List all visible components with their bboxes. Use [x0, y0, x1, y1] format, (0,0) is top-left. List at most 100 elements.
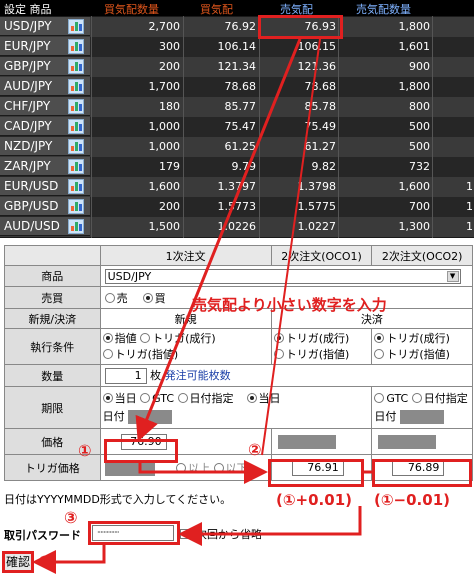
- oco-term-gtc-radio[interactable]: [374, 392, 385, 403]
- oco1-price-disabled[interactable]: [277, 434, 336, 449]
- board-row[interactable]: GBP/USD 200 1.5773 1.5775 700 1: [0, 197, 474, 217]
- trigger-below-label: 以下: [225, 461, 248, 475]
- bid-price[interactable]: 75.47: [184, 117, 257, 137]
- side-buy-radio[interactable]: [142, 292, 153, 303]
- bid-price[interactable]: 61.25: [184, 137, 257, 157]
- side-sell-label: 売: [116, 291, 128, 305]
- chart-icon[interactable]: [68, 119, 84, 134]
- chart-icon[interactable]: [68, 139, 84, 154]
- bid-price[interactable]: 85.77: [184, 97, 257, 117]
- ask-price[interactable]: 61.27: [262, 137, 337, 157]
- ask-price[interactable]: 78.68: [262, 77, 337, 97]
- chart-icon[interactable]: [68, 59, 84, 74]
- board-row[interactable]: EUR/USD 1,600 1.3797 1.3798 1,600 1: [0, 177, 474, 197]
- trigger-below-radio[interactable]: [213, 462, 224, 473]
- bid-qty: 300: [159, 40, 180, 53]
- side-label: 売買: [4, 286, 101, 309]
- qty-label: 数量: [4, 364, 101, 387]
- board-row[interactable]: AUD/JPY 1,700 78.68 78.68 1,800: [0, 77, 474, 97]
- ask-price[interactable]: 1.3798: [262, 177, 337, 197]
- chart-icon[interactable]: [68, 179, 84, 194]
- chart-icon[interactable]: [68, 19, 84, 34]
- board-row[interactable]: CAD/JPY 1,000 75.47 75.49 500: [0, 117, 474, 137]
- remember-checkbox[interactable]: [180, 529, 190, 539]
- chart-icon[interactable]: [68, 199, 84, 214]
- confirm-highlight: [2, 551, 34, 573]
- exec-trigger-limit-radio[interactable]: [102, 348, 113, 359]
- qty-input[interactable]: 1: [104, 368, 147, 384]
- oco1-trigger-limit-radio[interactable]: [273, 348, 284, 359]
- ask-price[interactable]: 1.0227: [262, 217, 337, 237]
- exec-trigger-limit-label: トリガ(指値): [114, 347, 179, 361]
- ask-price[interactable]: 1.5775: [262, 197, 337, 217]
- board-row[interactable]: EUR/JPY 300 106.14 106.15 1,601: [0, 37, 474, 57]
- side-sell-radio[interactable]: [104, 292, 115, 303]
- oco-term-date-radio[interactable]: [411, 392, 422, 403]
- header-settings-product[interactable]: 設定 商品: [4, 1, 52, 17]
- bid-qty: 200: [159, 60, 180, 73]
- trigger-above-label: 以上: [188, 461, 211, 475]
- bid-price[interactable]: 1.5773: [184, 197, 257, 217]
- oco2-trigger-market-radio[interactable]: [374, 332, 385, 343]
- board-row[interactable]: USD/JPY 2,700 76.92 76.93 1,800: [0, 17, 474, 37]
- bid-price[interactable]: 9.79: [184, 157, 257, 177]
- board-row[interactable]: AUD/USD 1,500 1.0226 1.0227 1,300 1: [0, 217, 474, 237]
- bid-price[interactable]: 1.0226: [184, 217, 257, 237]
- oco-term-today-radio[interactable]: [246, 392, 257, 403]
- ask-qty: 500: [409, 140, 430, 153]
- date-label: 日付: [102, 409, 125, 423]
- term-gtc-label: GTC: [152, 391, 174, 405]
- product-label: 商品: [4, 265, 101, 287]
- chart-icon[interactable]: [68, 159, 84, 174]
- term-today-radio[interactable]: [102, 392, 113, 403]
- bid-price[interactable]: 76.92: [184, 17, 257, 37]
- board-row[interactable]: CHF/JPY 180 85.77 85.78 800: [0, 97, 474, 117]
- bid-price[interactable]: 1.3797: [184, 177, 257, 197]
- ask-qty: 732: [409, 160, 430, 173]
- product-select[interactable]: USD/JPY ▼: [104, 268, 461, 284]
- orderable-qty-link[interactable]: 発注可能枚数: [165, 369, 231, 382]
- chart-icon[interactable]: [68, 219, 84, 234]
- oco2-trigger-limit-radio[interactable]: [374, 348, 385, 359]
- bid-qty: 180: [159, 100, 180, 113]
- bid-qty: 1,000: [148, 120, 181, 133]
- term-gtc-radio[interactable]: [140, 392, 151, 403]
- step-4-marker: ④: [38, 552, 52, 571]
- oco-date-input-disabled[interactable]: [399, 409, 444, 424]
- exec-trigger-market-radio[interactable]: [140, 332, 151, 343]
- ask-price[interactable]: 75.49: [262, 117, 337, 137]
- oco-date-label: 日付: [374, 409, 397, 423]
- bid-price[interactable]: 106.14: [184, 37, 257, 57]
- chevron-down-icon[interactable]: ▼: [446, 270, 459, 282]
- date-format-note: 日付はYYYYMMDD形式で入力してください。: [4, 493, 232, 506]
- ask-price[interactable]: 9.82: [262, 157, 337, 177]
- ask-price[interactable]: 106.15: [262, 37, 337, 57]
- board-row[interactable]: GBP/JPY 200 121.34 121.36 900: [0, 57, 474, 77]
- col-primary: 1次注文: [99, 245, 272, 266]
- bid-price[interactable]: 121.34: [184, 57, 257, 77]
- date-input-disabled[interactable]: [128, 409, 173, 424]
- chart-icon[interactable]: [68, 79, 84, 94]
- board-header: 設定 商品 買気配数量 買気配 売気配 売気配数量: [0, 0, 474, 16]
- ask-price[interactable]: 85.78: [262, 97, 337, 117]
- oco2-price-disabled[interactable]: [378, 434, 437, 449]
- exec-trigger-market-label: トリガ(成行): [152, 331, 216, 345]
- ask-qty: 1,800: [398, 80, 431, 93]
- term-date-radio[interactable]: [177, 392, 188, 403]
- board-row[interactable]: ZAR/JPY 179 9.79 9.82 732: [0, 157, 474, 177]
- order-form: 1次注文 2次注文(OCO1) 2次注文(OCO2) 商品 USD/JPY ▼ …: [4, 245, 474, 481]
- trigger-price-disabled[interactable]: [104, 461, 155, 476]
- board-row[interactable]: NZD/JPY 1,000 61.25 61.27 500: [0, 137, 474, 157]
- ask-price[interactable]: 121.36: [262, 57, 337, 77]
- col-oco1: 2次注文(OCO1): [270, 245, 373, 266]
- chart-icon[interactable]: [68, 99, 84, 114]
- bid-price[interactable]: 78.68: [184, 77, 257, 97]
- ask-qty: 1,601: [398, 40, 431, 53]
- chart-icon[interactable]: [68, 39, 84, 54]
- trigger-above-radio[interactable]: [176, 462, 187, 473]
- term-date-label: 日付指定: [189, 391, 234, 405]
- exec-limit-radio[interactable]: [102, 332, 113, 343]
- oco1-trigger-market-radio[interactable]: [273, 332, 284, 343]
- ask-qty: 1,300: [398, 220, 431, 233]
- price-board: 設定 商品 買気配数量 買気配 売気配 売気配数量 USD/JPY 2,700 76…: [0, 0, 474, 238]
